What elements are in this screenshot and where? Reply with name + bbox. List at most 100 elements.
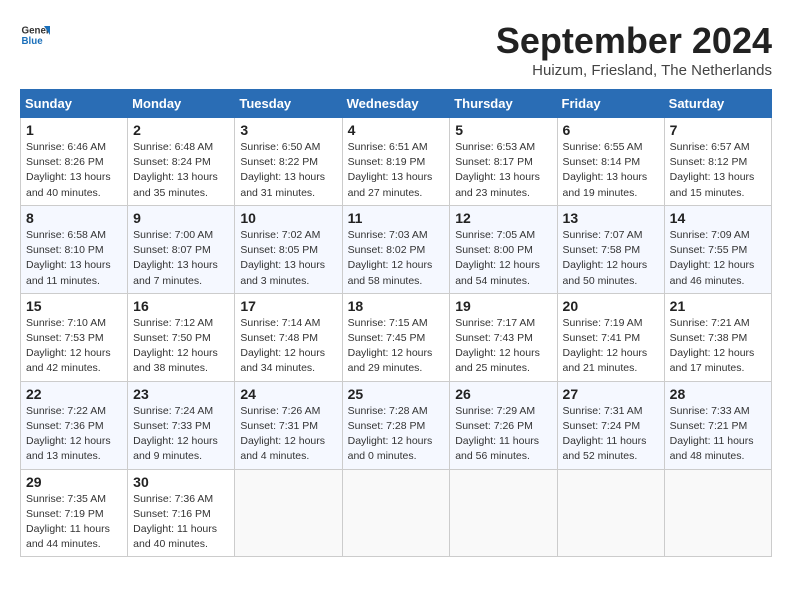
- calendar-cell: 21 Sunrise: 7:21 AMSunset: 7:38 PMDayligh…: [664, 293, 771, 381]
- calendar-cell: 22 Sunrise: 7:22 AMSunset: 7:36 PMDayligh…: [21, 381, 128, 469]
- calendar-week-row: 22 Sunrise: 7:22 AMSunset: 7:36 PMDayligh…: [21, 381, 772, 469]
- day-number: 18: [348, 298, 445, 314]
- day-info: Sunrise: 7:07 AMSunset: 7:58 PMDaylight:…: [563, 228, 659, 289]
- day-info: Sunrise: 7:28 AMSunset: 7:28 PMDaylight:…: [348, 404, 445, 465]
- calendar-cell: 8 Sunrise: 6:58 AMSunset: 8:10 PMDaylight…: [21, 205, 128, 293]
- day-info: Sunrise: 6:53 AMSunset: 8:17 PMDaylight:…: [455, 140, 551, 201]
- day-number: 13: [563, 210, 659, 226]
- day-info: Sunrise: 7:35 AMSunset: 7:19 PMDaylight:…: [26, 492, 122, 553]
- col-wednesday: Wednesday: [342, 90, 450, 118]
- day-info: Sunrise: 7:33 AMSunset: 7:21 PMDaylight:…: [670, 404, 766, 465]
- calendar-cell: 19 Sunrise: 7:17 AMSunset: 7:43 PMDayligh…: [450, 293, 557, 381]
- calendar-cell: 28 Sunrise: 7:33 AMSunset: 7:21 PMDayligh…: [664, 381, 771, 469]
- calendar-cell: 24 Sunrise: 7:26 AMSunset: 7:31 PMDayligh…: [235, 381, 342, 469]
- calendar-cell: 15 Sunrise: 7:10 AMSunset: 7:53 PMDayligh…: [21, 293, 128, 381]
- day-number: 15: [26, 298, 122, 314]
- day-number: 4: [348, 122, 445, 138]
- day-number: 24: [240, 386, 336, 402]
- day-info: Sunrise: 6:57 AMSunset: 8:12 PMDaylight:…: [670, 140, 766, 201]
- day-info: Sunrise: 6:58 AMSunset: 8:10 PMDaylight:…: [26, 228, 122, 289]
- day-number: 12: [455, 210, 551, 226]
- calendar-week-row: 8 Sunrise: 6:58 AMSunset: 8:10 PMDaylight…: [21, 205, 772, 293]
- day-number: 14: [670, 210, 766, 226]
- calendar-cell: 7 Sunrise: 6:57 AMSunset: 8:12 PMDaylight…: [664, 118, 771, 206]
- calendar-cell: 18 Sunrise: 7:15 AMSunset: 7:45 PMDayligh…: [342, 293, 450, 381]
- calendar-cell: 20 Sunrise: 7:19 AMSunset: 7:41 PMDayligh…: [557, 293, 664, 381]
- logo: General Blue General Blue: [20, 20, 50, 50]
- day-number: 1: [26, 122, 122, 138]
- col-thursday: Thursday: [450, 90, 557, 118]
- calendar-week-row: 15 Sunrise: 7:10 AMSunset: 7:53 PMDayligh…: [21, 293, 772, 381]
- day-info: Sunrise: 7:14 AMSunset: 7:48 PMDaylight:…: [240, 316, 336, 377]
- day-info: Sunrise: 7:17 AMSunset: 7:43 PMDaylight:…: [455, 316, 551, 377]
- calendar-cell: 30 Sunrise: 7:36 AMSunset: 7:16 PMDayligh…: [128, 469, 235, 557]
- day-info: Sunrise: 7:29 AMSunset: 7:26 PMDaylight:…: [455, 404, 551, 465]
- calendar-title: September 2024: [496, 20, 772, 62]
- calendar-week-row: 29 Sunrise: 7:35 AMSunset: 7:19 PMDayligh…: [21, 469, 772, 557]
- day-info: Sunrise: 7:24 AMSunset: 7:33 PMDaylight:…: [133, 404, 229, 465]
- calendar-cell: [342, 469, 450, 557]
- calendar-cell: 29 Sunrise: 7:35 AMSunset: 7:19 PMDayligh…: [21, 469, 128, 557]
- day-info: Sunrise: 6:48 AMSunset: 8:24 PMDaylight:…: [133, 140, 229, 201]
- day-number: 8: [26, 210, 122, 226]
- day-number: 23: [133, 386, 229, 402]
- calendar-cell: 2 Sunrise: 6:48 AMSunset: 8:24 PMDaylight…: [128, 118, 235, 206]
- day-info: Sunrise: 7:15 AMSunset: 7:45 PMDaylight:…: [348, 316, 445, 377]
- calendar-week-row: 1 Sunrise: 6:46 AMSunset: 8:26 PMDaylight…: [21, 118, 772, 206]
- calendar-cell: [664, 469, 771, 557]
- day-info: Sunrise: 7:22 AMSunset: 7:36 PMDaylight:…: [26, 404, 122, 465]
- day-info: Sunrise: 7:19 AMSunset: 7:41 PMDaylight:…: [563, 316, 659, 377]
- day-number: 20: [563, 298, 659, 314]
- calendar-cell: 6 Sunrise: 6:55 AMSunset: 8:14 PMDaylight…: [557, 118, 664, 206]
- calendar-cell: 17 Sunrise: 7:14 AMSunset: 7:48 PMDayligh…: [235, 293, 342, 381]
- calendar-cell: 11Sunrise: 7:03 AMSunset: 8:02 PMDayligh…: [342, 205, 450, 293]
- day-number: 21: [670, 298, 766, 314]
- calendar-cell: 10Sunrise: 7:02 AMSunset: 8:05 PMDayligh…: [235, 205, 342, 293]
- day-number: 2: [133, 122, 229, 138]
- day-number: 6: [563, 122, 659, 138]
- day-number: 26: [455, 386, 551, 402]
- day-info: Sunrise: 7:10 AMSunset: 7:53 PMDaylight:…: [26, 316, 122, 377]
- day-info: Sunrise: 7:36 AMSunset: 7:16 PMDaylight:…: [133, 492, 229, 553]
- calendar-cell: [557, 469, 664, 557]
- day-number: 9: [133, 210, 229, 226]
- day-info: Sunrise: 7:05 AMSunset: 8:00 PMDaylight:…: [455, 228, 551, 289]
- day-info: Sunrise: 7:12 AMSunset: 7:50 PMDaylight:…: [133, 316, 229, 377]
- day-number: 5: [455, 122, 551, 138]
- col-friday: Friday: [557, 90, 664, 118]
- calendar-cell: [235, 469, 342, 557]
- logo-icon: General Blue: [20, 20, 50, 50]
- day-number: 30: [133, 474, 229, 490]
- day-info: Sunrise: 7:09 AMSunset: 7:55 PMDaylight:…: [670, 228, 766, 289]
- header: General Blue General Blue September 2024…: [20, 20, 772, 79]
- calendar-cell: 12 Sunrise: 7:05 AMSunset: 8:00 PMDayligh…: [450, 205, 557, 293]
- day-number: 28: [670, 386, 766, 402]
- day-info: Sunrise: 6:46 AMSunset: 8:26 PMDaylight:…: [26, 140, 122, 201]
- day-info: Sunrise: 7:03 AMSunset: 8:02 PMDaylight:…: [348, 228, 445, 289]
- day-info: Sunrise: 6:51 AMSunset: 8:19 PMDaylight:…: [348, 140, 445, 201]
- day-number: 17: [240, 298, 336, 314]
- calendar-cell: 25 Sunrise: 7:28 AMSunset: 7:28 PMDayligh…: [342, 381, 450, 469]
- title-area: September 2024 Huizum, Friesland, The Ne…: [496, 20, 772, 79]
- calendar-cell: 14 Sunrise: 7:09 AMSunset: 7:55 PMDayligh…: [664, 205, 771, 293]
- calendar-cell: 13 Sunrise: 7:07 AMSunset: 7:58 PMDayligh…: [557, 205, 664, 293]
- calendar-cell: 3Sunrise: 6:50 AMSunset: 8:22 PMDaylight…: [235, 118, 342, 206]
- day-number: 22: [26, 386, 122, 402]
- svg-text:Blue: Blue: [22, 36, 44, 47]
- day-info: Sunrise: 6:55 AMSunset: 8:14 PMDaylight:…: [563, 140, 659, 201]
- day-number: 19: [455, 298, 551, 314]
- day-info: Sunrise: 7:00 AMSunset: 8:07 PMDaylight:…: [133, 228, 229, 289]
- day-number: 10: [240, 210, 336, 226]
- day-number: 3: [240, 122, 336, 138]
- day-info: Sunrise: 7:21 AMSunset: 7:38 PMDaylight:…: [670, 316, 766, 377]
- calendar-cell: 1 Sunrise: 6:46 AMSunset: 8:26 PMDaylight…: [21, 118, 128, 206]
- day-number: 25: [348, 386, 445, 402]
- calendar-cell: 23 Sunrise: 7:24 AMSunset: 7:33 PMDayligh…: [128, 381, 235, 469]
- day-number: 27: [563, 386, 659, 402]
- day-number: 29: [26, 474, 122, 490]
- day-info: Sunrise: 7:26 AMSunset: 7:31 PMDaylight:…: [240, 404, 336, 465]
- calendar-cell: 16Sunrise: 7:12 AMSunset: 7:50 PMDayligh…: [128, 293, 235, 381]
- calendar-cell: 26 Sunrise: 7:29 AMSunset: 7:26 PMDayligh…: [450, 381, 557, 469]
- col-saturday: Saturday: [664, 90, 771, 118]
- day-number: 7: [670, 122, 766, 138]
